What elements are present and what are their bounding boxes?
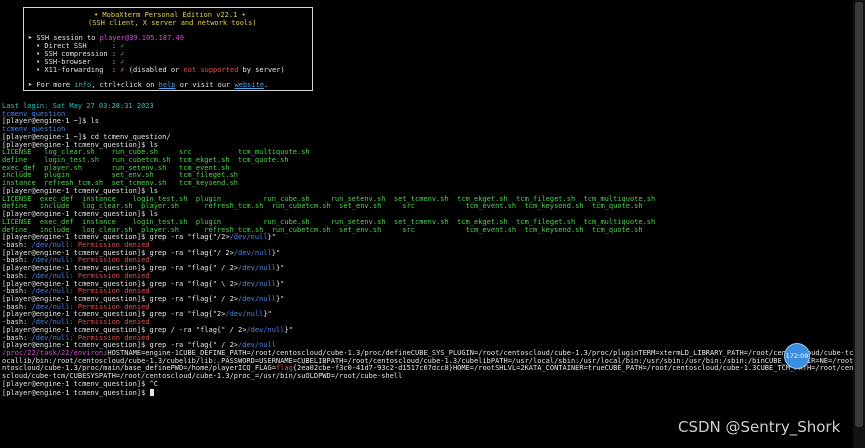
watermark: CSDN @Sentry_Shork [678,418,841,436]
terminal-text: }" [275,294,285,303]
terminal-text: }" [284,325,293,334]
terminal-output[interactable]: Last login: Sat May 27 03:28:31 2023 tcme… [2,102,853,397]
overlay-badge[interactable]: 172:09 [784,343,810,369]
terminal-text: /dev/null [246,325,285,334]
check-ok-icon: ✓ [120,58,125,66]
banner-subtitle: (SSH client, X server and network tools) [88,19,257,27]
terminal-text: }" [275,279,285,288]
terminal-text: }" [263,310,272,319]
website-link[interactable]: website [235,81,265,89]
terminal-text: /dev/null [225,310,264,319]
check-x11-forwarding: • X11-forwarding : ✗ (disabled or not su… [36,66,285,74]
cursor [149,388,154,396]
terminal-line: [player@engine-1 ~]$ ls [2,118,853,126]
help-link[interactable]: help [159,81,176,89]
terminal-text: }" [267,233,276,242]
terminal-window[interactable]: • MobaXterm Personal Edition v22.1 • (SS… [0,0,853,448]
terminal-text: /dev/null [238,279,276,288]
check-ok-icon: ✓ [120,50,125,58]
scrollbar-thumb[interactable] [855,2,863,427]
terminal-text: /dev/null [233,248,272,257]
terminal-text: /dev/null [238,264,276,273]
terminal-line: [player@engine-1 tcmenv_question]$ [2,388,853,397]
terminal-text: }" [275,264,285,273]
terminal-text: }" [271,248,281,257]
terminal-text: [player@engine-1 tcmenv_question]$ ^C [2,379,158,388]
ssh-target: player@39.105.187.49 [99,34,184,42]
scrollbar[interactable] [853,0,865,448]
check-ok-icon: ✓ [120,42,125,50]
terminal-text: [player@engine-1 tcmenv_question]$ [2,388,150,397]
terminal-line: [player@engine-1 tcmenv_question]$ ^C [2,379,853,389]
welcome-banner: • MobaXterm Personal Edition v22.1 • (SS… [23,7,313,91]
terminal-line: tcmenv_question [2,110,853,119]
terminal-text: /dev/null [229,233,268,242]
info-line: ➤ For more info, ctrl+click on help or v… [28,81,269,89]
terminal-text: /dev/null [238,294,276,303]
terminal-line: Last login: Sat May 27 03:28:31 2023 [2,102,853,111]
